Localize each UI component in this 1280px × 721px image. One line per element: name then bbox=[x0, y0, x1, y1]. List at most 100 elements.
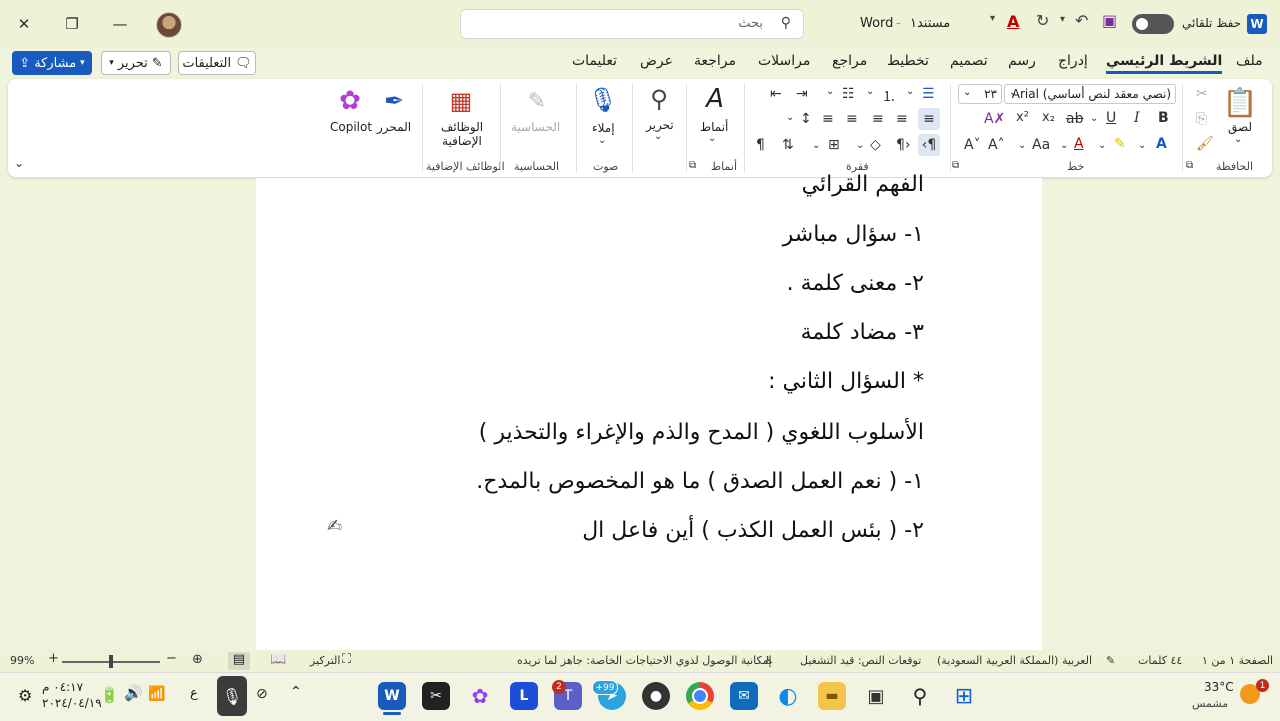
increase-indent-icon[interactable]: ⇥ bbox=[796, 86, 808, 102]
chevron-up-icon[interactable]: ⌃ bbox=[290, 684, 302, 700]
multilevel-list-icon[interactable]: ☷ bbox=[842, 86, 855, 102]
chevron-down-icon[interactable]: ⌄ bbox=[708, 133, 716, 144]
line-spacing-icon[interactable]: ↕ bbox=[800, 111, 812, 127]
font-name-select[interactable]: ⌄ Arial (نصي معقد لنص أساسي) bbox=[1004, 84, 1176, 104]
input-language[interactable]: ع bbox=[190, 686, 198, 701]
accessibility-status[interactable]: إمكانية الوصول لذوي الاحتياجات الخاصة: ج… bbox=[517, 654, 772, 667]
copilot-icon[interactable]: ✿ bbox=[334, 86, 366, 116]
edge-icon[interactable]: ◐ bbox=[774, 682, 802, 710]
chevron-down-icon[interactable]: ⌄ bbox=[1060, 140, 1068, 151]
document-name[interactable]: مستند١ bbox=[910, 16, 950, 31]
start-icon[interactable]: ⊞ bbox=[950, 682, 978, 710]
font-color-icon[interactable]: A bbox=[1007, 12, 1019, 31]
network-icon[interactable]: ⚙ bbox=[18, 686, 32, 705]
dictate-label[interactable]: إملاء bbox=[592, 121, 615, 135]
web-layout-icon[interactable]: ⊕ bbox=[192, 652, 203, 667]
numbering-icon[interactable]: ⒈ bbox=[882, 86, 896, 106]
zoom-level[interactable]: 99% bbox=[10, 654, 34, 667]
editor-icon[interactable]: ✒ bbox=[378, 86, 410, 116]
share-button[interactable]: ⇪ مشاركة ▾ bbox=[12, 51, 92, 75]
search-box[interactable]: بحث ⚲ bbox=[460, 9, 804, 39]
chevron-down-icon[interactable]: ⌄ bbox=[1234, 134, 1242, 145]
dialog-launcher-icon[interactable]: ⧉ bbox=[1186, 160, 1193, 171]
dialog-launcher-icon[interactable]: ⧉ bbox=[952, 160, 959, 171]
doc-line[interactable]: ١- ( نعم العمل الصدق ) ما هو المخصوص بال… bbox=[476, 469, 924, 494]
zoom-out-icon[interactable]: − bbox=[166, 651, 177, 666]
page-number[interactable]: الصفحة ١ من ١ bbox=[1202, 654, 1273, 667]
avatar[interactable] bbox=[156, 12, 182, 38]
read-mode-icon[interactable]: 📖 bbox=[270, 652, 286, 667]
comments-button[interactable]: التعليقات 🗨 bbox=[178, 51, 256, 75]
italic-icon[interactable]: I bbox=[1134, 110, 1140, 126]
file-explorer-icon[interactable]: ▬ bbox=[818, 682, 846, 710]
menu-home[interactable]: الشريط الرئيسي bbox=[1106, 53, 1223, 74]
redo-icon[interactable]: ↻ bbox=[1036, 11, 1049, 30]
doc-line[interactable]: الأسلوب اللغوي ( المدح والذم والإغراء وا… bbox=[479, 420, 924, 445]
language-status[interactable]: العربية (المملكة العربية السعودية) bbox=[937, 654, 1092, 667]
chevron-down-icon[interactable]: ⌄ bbox=[826, 86, 834, 97]
show-marks-icon[interactable]: ¶ bbox=[756, 137, 765, 153]
outlook-icon[interactable]: ✉ bbox=[730, 682, 758, 710]
menu-design[interactable]: تصميم bbox=[950, 53, 988, 69]
chevron-down-icon[interactable]: ⌄ bbox=[598, 135, 606, 146]
meet-icon[interactable]: ⊘ bbox=[256, 686, 268, 702]
styles-icon[interactable]: A bbox=[700, 84, 730, 114]
copilot-taskbar-icon[interactable]: ✿ bbox=[466, 682, 494, 710]
editing-mode-button[interactable]: ▾ تحرير ✎ bbox=[101, 51, 171, 75]
chevron-down-icon[interactable]: ▾ bbox=[990, 13, 995, 24]
chevron-down-icon[interactable]: ⌄ bbox=[1018, 140, 1026, 151]
chevron-down-icon[interactable]: ▾ bbox=[1060, 14, 1065, 25]
chevron-down-icon[interactable]: ⌄ bbox=[786, 112, 794, 123]
font-size-select[interactable]: ⌄ ٢٣ bbox=[958, 84, 1002, 104]
proofing-icon[interactable]: ✎ bbox=[1106, 654, 1115, 667]
wifi-icon[interactable]: 📶 bbox=[148, 686, 165, 702]
menu-draw[interactable]: رسم bbox=[1008, 53, 1036, 69]
clock-time[interactable]: ٠٤:١٧ م bbox=[42, 680, 83, 694]
menu-layout[interactable]: تخطيط bbox=[887, 53, 929, 69]
strikethrough-icon[interactable]: ab bbox=[1066, 111, 1083, 127]
doc-line[interactable]: ١- سؤال مباشر bbox=[783, 222, 924, 247]
change-case-icon[interactable]: Aa bbox=[1032, 137, 1050, 153]
doc-line[interactable]: * السؤال الثاني : bbox=[768, 369, 924, 394]
chrome-icon[interactable] bbox=[686, 682, 714, 710]
align-center-icon[interactable]: ≡ bbox=[872, 111, 884, 127]
voice-typing-icon[interactable]: 🎙 bbox=[217, 676, 247, 716]
chevron-down-icon[interactable]: ⌄ bbox=[812, 140, 820, 151]
restore-icon[interactable]: ❐ bbox=[56, 8, 88, 40]
chevron-down-icon[interactable]: ⌄ bbox=[1138, 140, 1146, 151]
document-page[interactable] bbox=[256, 178, 1042, 650]
zoom-slider-thumb[interactable] bbox=[109, 655, 113, 668]
menu-mailings[interactable]: مراسلات bbox=[758, 53, 810, 69]
bold-icon[interactable]: B bbox=[1158, 110, 1169, 126]
shrink-font-icon[interactable]: A˅ bbox=[964, 137, 981, 153]
word-count[interactable]: ٤٤ كلمات bbox=[1138, 654, 1182, 667]
styles-label[interactable]: أنماط bbox=[700, 120, 728, 134]
menu-file[interactable]: ملف bbox=[1236, 53, 1263, 69]
collapse-ribbon-icon[interactable]: ⌄ bbox=[14, 156, 24, 170]
editing-group-label[interactable]: تحرير bbox=[646, 118, 674, 132]
highlight-icon[interactable]: ✎ bbox=[1114, 136, 1126, 152]
borders-icon[interactable]: ⊞ bbox=[828, 137, 840, 153]
addins-icon[interactable]: ▦ bbox=[446, 86, 476, 116]
clock-date[interactable]: ٢٠٢٤/٠٤/١٩ bbox=[42, 696, 102, 710]
word-taskbar-icon[interactable]: W bbox=[378, 682, 406, 710]
l-app-icon[interactable]: L bbox=[510, 682, 538, 710]
chevron-down-icon[interactable]: ⌄ bbox=[654, 131, 662, 142]
grow-font-icon[interactable]: A˄ bbox=[988, 137, 1005, 153]
close-icon[interactable]: ✕ bbox=[8, 8, 40, 40]
addins-label[interactable]: الوظائف الإضافية bbox=[436, 120, 488, 148]
shading-icon[interactable]: ◇ bbox=[870, 137, 881, 153]
focus-icon[interactable]: ⛶ bbox=[342, 652, 351, 667]
copilot-label[interactable]: Copilot bbox=[330, 120, 372, 134]
font-color-icon[interactable]: A bbox=[1074, 136, 1084, 152]
weather-desc[interactable]: مشمس bbox=[1192, 697, 1228, 710]
doc-line[interactable]: ٣- مضاد كلمة bbox=[801, 320, 924, 345]
battery-icon[interactable]: 🔋 bbox=[100, 686, 119, 704]
chevron-down-icon[interactable]: ⌄ bbox=[906, 86, 914, 97]
menu-help[interactable]: تعليمات bbox=[572, 53, 617, 69]
align-right-active-icon[interactable]: ≡ bbox=[918, 108, 940, 130]
weather-temp[interactable]: 33°C bbox=[1204, 680, 1234, 694]
editor-label[interactable]: المحرر bbox=[377, 120, 411, 134]
chevron-down-icon[interactable]: ⌄ bbox=[856, 140, 864, 151]
menu-review[interactable]: مراجعة bbox=[694, 53, 736, 69]
